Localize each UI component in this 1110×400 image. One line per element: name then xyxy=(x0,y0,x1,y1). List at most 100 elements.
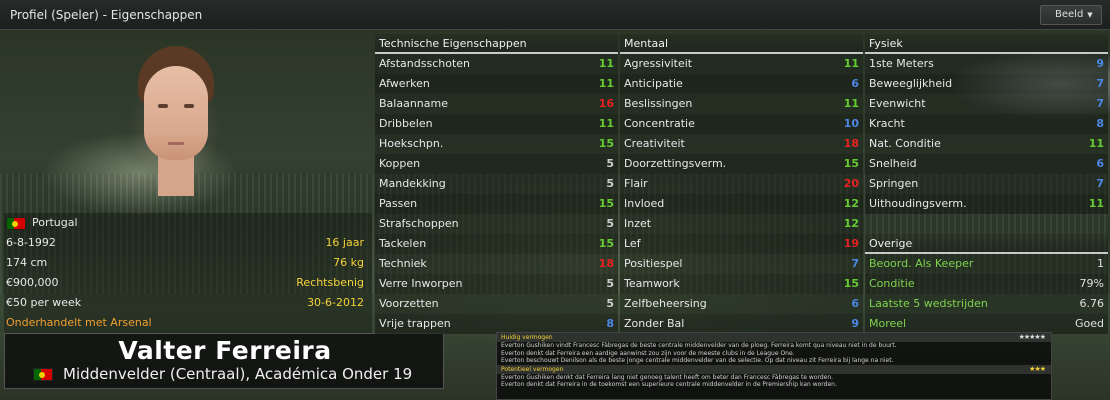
attribute-label: Afwerken xyxy=(379,77,430,90)
attribute-row[interactable]: Uithoudingsverm. 11 xyxy=(865,194,1108,214)
attribute-row[interactable]: Concentratie 10 xyxy=(620,114,863,134)
attribute-label: Concentratie xyxy=(624,117,695,130)
other-panel: Overige Beoord. Als Keeper 1 Conditie 79% La… xyxy=(865,234,1108,334)
attribute-label: Nat. Conditie xyxy=(869,137,941,150)
attribute-label: Hoekschpn. xyxy=(379,137,444,150)
attribute-label: Beoord. Als Keeper xyxy=(869,257,974,270)
attribute-row[interactable]: Inzet 12 xyxy=(620,214,863,234)
attribute-row[interactable]: Beweeglijkheid 7 xyxy=(865,74,1108,94)
attribute-label: Beslissingen xyxy=(624,97,693,110)
attribute-label: Kracht xyxy=(869,117,905,130)
nationality-row[interactable]: Portugal xyxy=(4,213,372,233)
attribute-label: Balaanname xyxy=(379,97,448,110)
physical-header: Fysiek xyxy=(865,34,1108,54)
attribute-value: 11 xyxy=(843,97,859,110)
attribute-row[interactable]: Nat. Conditie 11 xyxy=(865,134,1108,154)
player-position-club[interactable]: Middenvelder (Centraal), Académica Onder… xyxy=(63,365,412,383)
attribute-label: Flair xyxy=(624,177,648,190)
attribute-row[interactable]: Flair 20 xyxy=(620,174,863,194)
attribute-label: Teamwork xyxy=(624,277,680,290)
attribute-row[interactable]: Tackelen 15 xyxy=(375,234,618,254)
attribute-value: 12 xyxy=(843,217,859,230)
view-dropdown-button[interactable]: Beeld ▼ xyxy=(1040,5,1102,25)
status-row[interactable]: Onderhandelt met Arsenal xyxy=(4,313,372,333)
player-photo-eye xyxy=(184,104,194,108)
attribute-row[interactable]: Verre Inworpen 5 xyxy=(375,274,618,294)
attribute-value: 15 xyxy=(843,157,859,170)
weight: 76 kg xyxy=(333,256,364,269)
attribute-row[interactable]: Invloed 12 xyxy=(620,194,863,214)
report-line: Everton beschouwt Denilson als de beste … xyxy=(501,357,894,365)
attribute-row[interactable]: Positiespel 7 xyxy=(620,254,863,274)
attribute-row[interactable]: Agressiviteit 11 xyxy=(620,54,863,74)
attribute-row[interactable]: Snelheid 6 xyxy=(865,154,1108,174)
attribute-row[interactable]: Laatste 5 wedstrijden 6.76 xyxy=(865,294,1108,314)
report-line: Everton denkt dat Ferreira in de toekoms… xyxy=(501,381,837,389)
attribute-row[interactable]: Hoekschpn. 15 xyxy=(375,134,618,154)
page-title: Profiel (Speler) - Eigenschappen xyxy=(10,8,203,22)
attribute-value: 1 xyxy=(1097,257,1104,270)
attribute-row[interactable]: Mandekking 5 xyxy=(375,174,618,194)
attribute-label: Voorzetten xyxy=(379,297,439,310)
star-rating-icon: ★★★★★ xyxy=(1018,333,1046,341)
attribute-row[interactable]: Zonder Bal 9 xyxy=(620,314,863,334)
attribute-row[interactable]: Balaanname 16 xyxy=(375,94,618,114)
attribute-value: 5 xyxy=(606,297,614,310)
portugal-flag-icon xyxy=(6,216,26,230)
attribute-value: 9 xyxy=(851,317,859,330)
attribute-row[interactable]: Techniek 18 xyxy=(375,254,618,274)
attribute-label: Uithoudingsverm. xyxy=(869,197,967,210)
contract-row: €50 per week 30-6-2012 xyxy=(4,293,372,313)
attribute-row[interactable]: Voorzetten 5 xyxy=(375,294,618,314)
contract-end: 30-6-2012 xyxy=(307,296,364,309)
attribute-row[interactable]: Dribbelen 11 xyxy=(375,114,618,134)
attribute-row[interactable]: Kracht 8 xyxy=(865,114,1108,134)
attribute-label: Zelfbeheersing xyxy=(624,297,707,310)
attribute-row[interactable]: Beoord. Als Keeper 1 xyxy=(865,254,1108,274)
attribute-value: 7 xyxy=(851,257,859,270)
report-line: Everton denkt dat Ferreira een aardige a… xyxy=(501,349,795,357)
attribute-value: 6 xyxy=(851,297,859,310)
attribute-row[interactable]: Zelfbeheersing 6 xyxy=(620,294,863,314)
attribute-value: 20 xyxy=(843,177,859,190)
current-ability-header: Huidig vermogen ★★★★★ xyxy=(497,333,1051,342)
attribute-value: 79% xyxy=(1079,277,1104,290)
attribute-row[interactable]: Teamwork 15 xyxy=(620,274,863,294)
attribute-label: Invloed xyxy=(624,197,665,210)
physical-attribute-list: 1ste Meters 9 Beweeglijkheid 7 Evenwicht 7 Kra… xyxy=(865,54,1108,214)
value-row: €900,000 Rechtsbenig xyxy=(4,273,372,293)
attribute-row[interactable]: Vrije trappen 8 xyxy=(375,314,618,334)
attribute-row[interactable]: Moreel Goed xyxy=(865,314,1108,334)
attribute-label: Moreel xyxy=(869,317,907,330)
attribute-value: 10 xyxy=(843,117,859,130)
attribute-row[interactable]: Strafschoppen 5 xyxy=(375,214,618,234)
attribute-row[interactable]: Doorzettingsverm. 15 xyxy=(620,154,863,174)
attribute-row[interactable]: Creativiteit 18 xyxy=(620,134,863,154)
attribute-value: 9 xyxy=(1096,57,1104,70)
attribute-label: Verre Inworpen xyxy=(379,277,463,290)
attribute-row[interactable]: Springen 7 xyxy=(865,174,1108,194)
attribute-value: 11 xyxy=(598,117,614,130)
attribute-value: 11 xyxy=(843,57,859,70)
attribute-value: 6.76 xyxy=(1079,297,1105,310)
attribute-row[interactable]: Evenwicht 7 xyxy=(865,94,1108,114)
attribute-row[interactable]: 1ste Meters 9 xyxy=(865,54,1108,74)
portugal-flag-icon xyxy=(33,368,53,381)
attribute-row[interactable]: Lef 19 xyxy=(620,234,863,254)
attribute-value: 15 xyxy=(598,237,614,250)
attribute-value: 5 xyxy=(606,177,614,190)
attribute-row[interactable]: Afwerken 11 xyxy=(375,74,618,94)
current-report-lines: Everton Gushiken vindt Francesc Fàbregas… xyxy=(497,342,1051,365)
attribute-row[interactable]: Beslissingen 11 xyxy=(620,94,863,114)
attribute-row[interactable]: Afstandsschoten 11 xyxy=(375,54,618,74)
attribute-row[interactable]: Koppen 5 xyxy=(375,154,618,174)
attribute-label: Afstandsschoten xyxy=(379,57,471,70)
transfer-status[interactable]: Onderhandelt met Arsenal xyxy=(6,313,152,333)
player-photo-mouth xyxy=(168,142,184,145)
view-button-label: Beeld xyxy=(1055,9,1084,20)
attribute-row[interactable]: Passen 15 xyxy=(375,194,618,214)
attribute-row[interactable]: Conditie 79% xyxy=(865,274,1108,294)
attribute-label: 1ste Meters xyxy=(869,57,934,70)
attribute-label: Koppen xyxy=(379,157,421,170)
attribute-row[interactable]: Anticipatie 6 xyxy=(620,74,863,94)
